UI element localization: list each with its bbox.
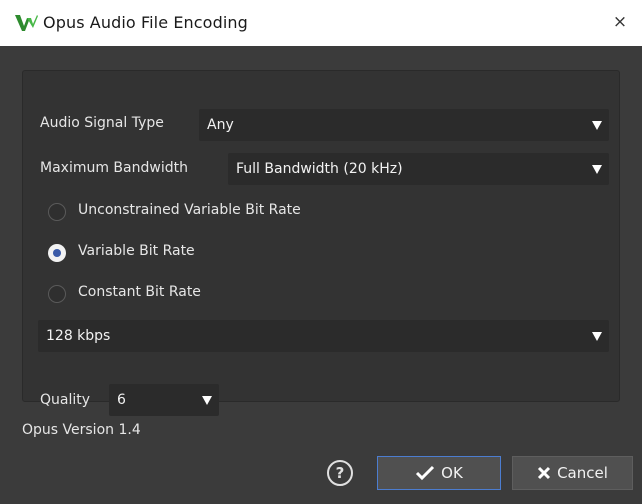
bitrate-dropdown[interactable]: 128 kbps [38, 320, 609, 352]
title-bar: Opus Audio File Encoding × [0, 0, 642, 46]
dropdown-arrow-icon [201, 394, 213, 406]
quality-value: 6 [117, 392, 126, 408]
radio-button-selected-icon [48, 244, 66, 262]
help-icon[interactable]: ? [327, 460, 353, 486]
radio-cbr[interactable]: Constant Bit Rate [48, 283, 248, 307]
radio-label: Unconstrained Variable Bit Rate [78, 202, 301, 218]
maximum-bandwidth-dropdown[interactable]: Full Bandwidth (20 kHz) [228, 153, 609, 185]
cancel-label: Cancel [557, 464, 608, 482]
close-icon[interactable]: × [610, 12, 630, 32]
ok-label: OK [441, 464, 463, 482]
dropdown-arrow-icon [591, 330, 603, 342]
bitrate-value: 128 kbps [46, 328, 111, 344]
x-icon [537, 466, 551, 480]
radio-vbr[interactable]: Variable Bit Rate [48, 242, 248, 266]
encoding-settings-panel: Audio Signal Type Any Maximum Bandwidth … [22, 70, 620, 416]
radio-label: Constant Bit Rate [78, 284, 201, 300]
dialog-body: Audio Signal Type Any Maximum Bandwidth … [0, 46, 642, 504]
wavelab-logo-icon [13, 12, 39, 34]
quality-dropdown[interactable]: 6 [109, 384, 219, 416]
quality-label: Quality [40, 392, 91, 408]
radio-label: Variable Bit Rate [78, 243, 195, 259]
opus-version-label: Opus Version 1.4 [22, 422, 141, 438]
audio-signal-type-dropdown[interactable]: Any [199, 109, 609, 141]
dropdown-arrow-icon [591, 119, 603, 131]
maximum-bandwidth-label: Maximum Bandwidth [40, 160, 188, 176]
audio-signal-type-label: Audio Signal Type [40, 115, 164, 131]
audio-signal-type-value: Any [207, 117, 234, 133]
radio-unconstrained-vbr[interactable]: Unconstrained Variable Bit Rate [48, 201, 368, 225]
radio-button-icon [48, 203, 66, 221]
ok-button[interactable]: OK [377, 456, 501, 490]
checkmark-icon [415, 465, 435, 481]
radio-button-icon [48, 285, 66, 303]
window-title: Opus Audio File Encoding [43, 13, 248, 32]
maximum-bandwidth-value: Full Bandwidth (20 kHz) [236, 161, 403, 177]
dropdown-arrow-icon [591, 163, 603, 175]
cancel-button[interactable]: Cancel [512, 456, 633, 490]
